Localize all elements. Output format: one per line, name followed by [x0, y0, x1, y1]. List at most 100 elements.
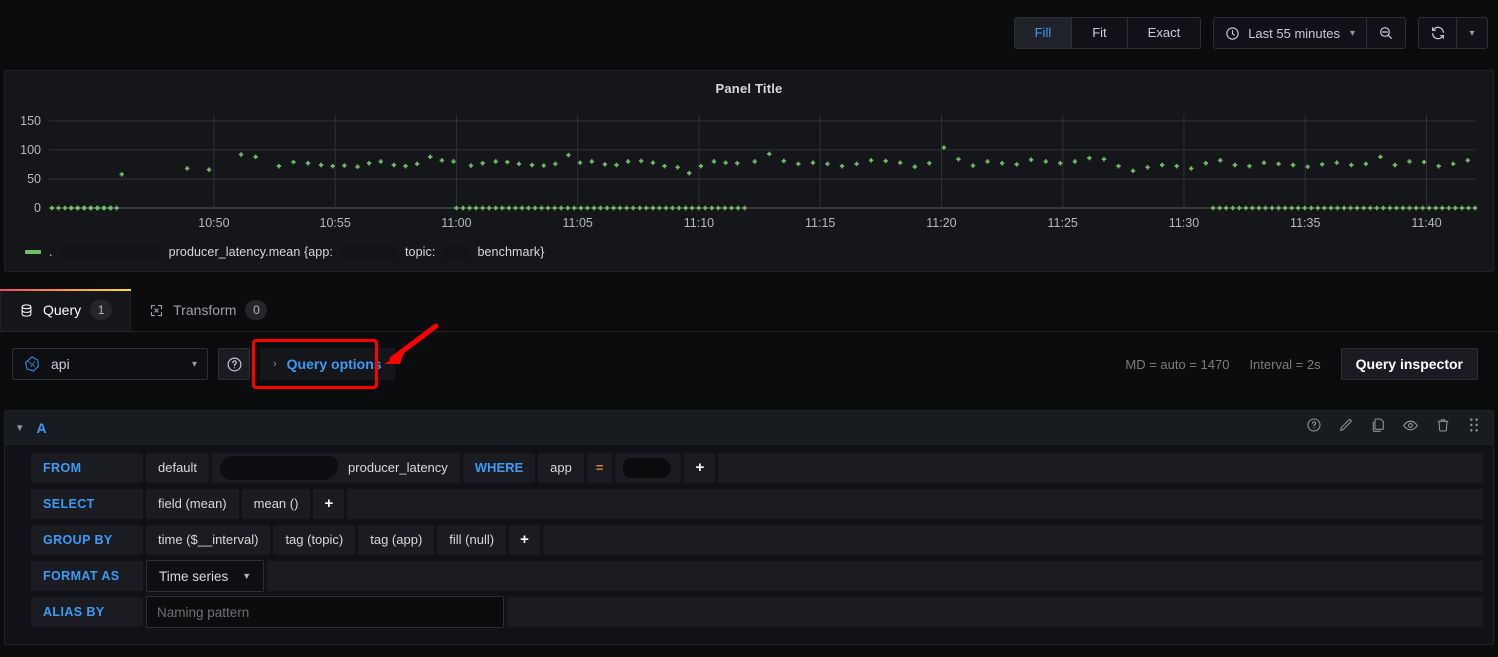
data-point [403, 163, 408, 169]
trash-icon[interactable] [1435, 417, 1451, 438]
zoom-mode-exact-button[interactable]: Exact [1127, 18, 1201, 48]
time-series-graph[interactable]: 0 50 100 150 10:50 10:55 11:00 11:05 11:10 11:15 1… [5, 103, 1495, 238]
data-point [1368, 205, 1373, 211]
pencil-icon[interactable] [1338, 417, 1354, 438]
where-field-segment[interactable]: app [538, 453, 584, 483]
data-point [1189, 166, 1194, 171]
measurement-text: producer_latency [348, 460, 448, 475]
data-point [970, 163, 976, 168]
help-icon[interactable] [1306, 417, 1322, 438]
query-collapse-toggle[interactable]: ▾ [17, 421, 23, 434]
data-point [1247, 163, 1252, 169]
data-point [585, 205, 590, 211]
visualization-panel: Panel Title 0 50 100 150 10:50 10:55 11:00 11:0… [4, 70, 1494, 272]
data-point [1459, 205, 1465, 211]
query-options-toggle[interactable]: › Query options [260, 348, 395, 380]
y-tick-label: 150 [20, 114, 41, 128]
time-range-picker[interactable]: Last 55 minutes ▾ [1214, 18, 1367, 48]
legend-color-swatch [25, 250, 41, 254]
legend-series-name-part-1: producer_latency.mean {app: [168, 245, 333, 259]
data-point [1028, 157, 1034, 162]
query-rows: FROM default producer_latency WHERE app … [5, 445, 1493, 628]
data-point [709, 205, 714, 211]
where-keyword: WHERE [462, 453, 536, 483]
group-by-segment-fill[interactable]: fill (null) [437, 525, 507, 555]
group-by-segment-tag-topic[interactable]: tag (topic) [273, 525, 356, 555]
data-point [473, 205, 479, 211]
data-point [480, 161, 485, 166]
tab-transform[interactable]: Transform 0 [131, 289, 285, 331]
data-point [185, 166, 190, 171]
data-point [1210, 205, 1216, 211]
data-point [454, 205, 459, 211]
group-by-segment-tag-app[interactable]: tag (app) [358, 525, 435, 555]
zoom-mode-fit-button[interactable]: Fit [1072, 18, 1128, 48]
data-point [1282, 205, 1288, 211]
datasource-picker[interactable]: api ▾ [12, 348, 208, 380]
data-point [1354, 205, 1360, 211]
tab-transform-label: Transform [173, 302, 237, 318]
add-where-button[interactable]: + [684, 453, 716, 483]
data-point [810, 160, 816, 165]
data-point [624, 205, 629, 211]
data-point [1472, 205, 1478, 211]
drag-handle-icon[interactable] [1467, 417, 1481, 438]
copy-icon[interactable] [1370, 417, 1386, 438]
datasource-help-button[interactable] [218, 348, 250, 380]
select-row-filler [347, 489, 1483, 519]
where-value-segment[interactable] [615, 453, 682, 483]
select-field-segment[interactable]: field (mean) [146, 489, 239, 519]
data-point [1436, 163, 1441, 169]
x-tick-label: 11:25 [1048, 216, 1078, 230]
eye-icon[interactable] [1402, 417, 1419, 439]
data-point [467, 205, 472, 211]
zoom-mode-fill-button[interactable]: Fill [1014, 18, 1073, 48]
x-tick-label: 11:20 [926, 216, 956, 230]
data-point [589, 159, 594, 164]
alias-by-input[interactable] [146, 596, 504, 628]
select-label: SELECT [31, 489, 143, 519]
query-inspector-button[interactable]: Query inspector [1340, 348, 1478, 380]
data-point [1400, 205, 1406, 211]
data-point [927, 161, 932, 166]
query-toolbar: api ▾ › Query options MD = auto = 1470 I… [0, 339, 1498, 389]
datasource-name: api [51, 356, 70, 372]
data-point [598, 205, 603, 211]
query-editor-a: ▾ A FROM default producer_latency WHERE … [4, 410, 1494, 645]
data-point [493, 205, 498, 211]
data-point [722, 205, 728, 211]
data-point [689, 205, 695, 211]
data-point [1320, 162, 1325, 167]
tab-query[interactable]: Query 1 [0, 289, 132, 331]
data-point [650, 205, 656, 211]
x-tick-label: 11:40 [1411, 216, 1441, 230]
group-by-segment-time[interactable]: time ($__interval) [146, 525, 271, 555]
data-point [956, 156, 961, 162]
zoom-out-button[interactable] [1367, 18, 1405, 48]
from-policy-segment[interactable]: default [146, 453, 210, 483]
legend-redaction-block-3 [443, 244, 470, 260]
legend-redaction-1: . [49, 245, 53, 259]
format-as-select[interactable]: Time series ▼ [146, 560, 265, 592]
data-point [1378, 154, 1383, 160]
format-as-label: FORMAT AS [31, 561, 143, 591]
x-tick-label: 11:30 [1169, 216, 1199, 230]
data-point [1450, 161, 1456, 167]
alias-by-row-filler [507, 597, 1483, 627]
data-point [1218, 158, 1223, 163]
refresh-interval-dropdown[interactable]: ▾ [1457, 18, 1487, 48]
refresh-button[interactable] [1419, 18, 1457, 48]
top-toolbar: Fill Fit Exact Last 55 minutes ▾ ▾ [0, 0, 1498, 66]
add-select-button[interactable]: + [313, 489, 345, 519]
chart-svg: 0 50 100 150 10:50 10:55 11:00 11:05 11:10 11:15 1… [20, 114, 1478, 230]
data-point [941, 145, 947, 150]
add-group-by-button[interactable]: + [509, 525, 540, 555]
from-measurement-segment[interactable]: producer_latency [212, 453, 460, 483]
select-func-segment[interactable]: mean () [241, 489, 311, 519]
tab-transform-badge: 0 [245, 300, 268, 320]
where-operator-segment[interactable]: = [586, 453, 613, 483]
data-point [276, 163, 282, 169]
time-controls-group: Last 55 minutes ▾ [1213, 17, 1406, 49]
data-point [1232, 162, 1238, 168]
data-point [1349, 162, 1354, 168]
